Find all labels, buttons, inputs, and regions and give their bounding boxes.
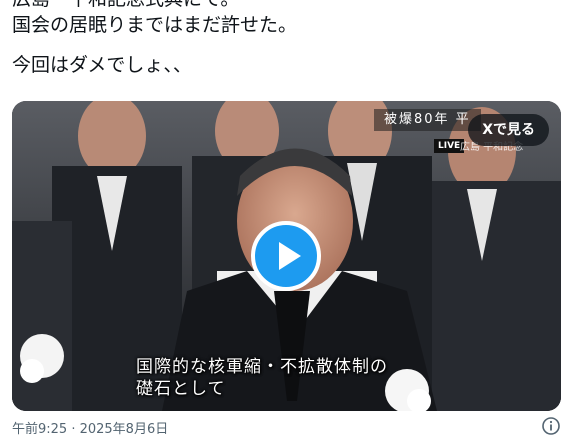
play-icon: [279, 242, 301, 270]
caption-line: 礎石として: [136, 379, 226, 399]
post-timestamp[interactable]: 午前9:25 · 2025年8月6日: [12, 418, 168, 437]
tweet-text-line: 今回はダメでしょ、、: [12, 54, 192, 76]
watch-on-x-button[interactable]: Xで見る: [468, 114, 549, 146]
video-player[interactable]: 被爆80年 平 LIVE 広島 平和記念 Xで見る 国際的な核軍縮・不拡散体制の…: [12, 101, 561, 411]
play-button[interactable]: [251, 221, 321, 291]
caption-line: 国際的な核軍縮・不拡散体制の: [136, 357, 388, 377]
tweet-text-line: 広島・平和記念式典にて。: [12, 0, 562, 12]
tweet-text: 広島・平和記念式典にて。 国会の居眠りまではまだ許せた。 今回はダメでしょ、、: [12, 0, 562, 78]
video-caption: 国際的な核軍縮・不拡散体制の 礎石として: [136, 356, 456, 400]
broadcast-banner: 被爆80年 平: [374, 109, 481, 131]
tweet-text-line: 国会の居眠りまではまだ許せた。: [12, 14, 298, 36]
info-icon[interactable]: [541, 416, 561, 436]
